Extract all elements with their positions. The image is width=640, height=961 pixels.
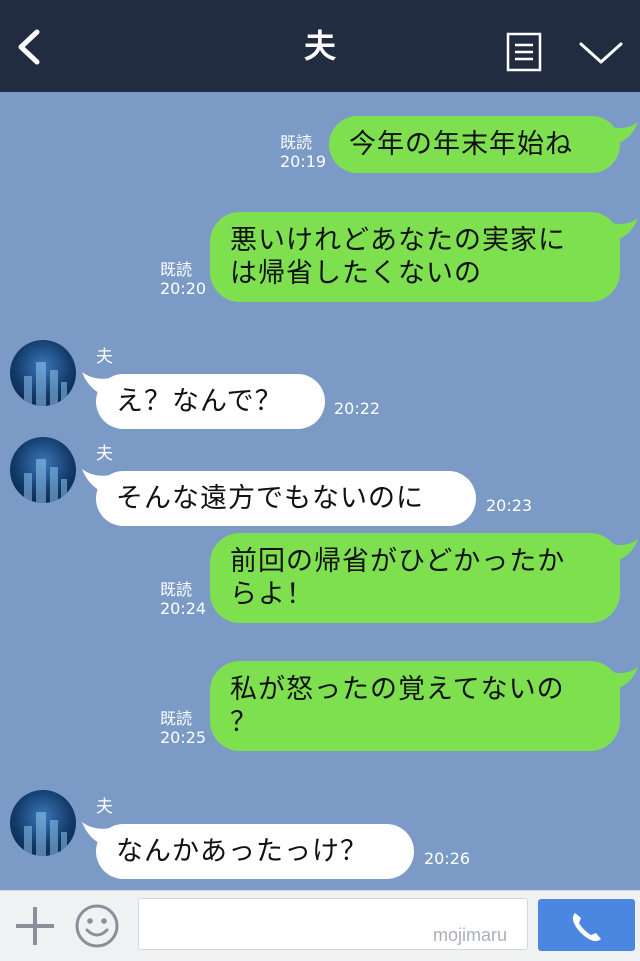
read-label: 既読: [280, 133, 313, 152]
emoji-button[interactable]: [74, 903, 120, 949]
avatar[interactable]: [10, 790, 76, 856]
sender-name: 夫: [96, 797, 113, 817]
message-time: 20:23: [486, 496, 533, 515]
message-time: 20:19: [280, 152, 327, 171]
read-label: 既読: [160, 709, 193, 728]
message-text: なんかあったっけ？: [116, 836, 368, 867]
input-bar: [0, 890, 640, 961]
read-receipt: 既読 20:24: [160, 580, 206, 618]
watermark: mojimaru: [433, 925, 508, 945]
smiley-icon: [75, 904, 119, 948]
message-text: 悪いけれどあなたの実家に は帰省したくないの: [230, 225, 566, 289]
bubble-tail: [610, 667, 638, 689]
sender-name: 夫: [96, 444, 113, 464]
message-bubble[interactable]: 私が怒ったの覚えてないの ？: [210, 661, 620, 751]
phone-icon: [572, 913, 601, 942]
read-label: 既読: [160, 580, 193, 599]
message-bubble[interactable]: 前回の帰省がひどかったか らよ！: [210, 533, 620, 623]
message-bubble[interactable]: 悪いけれどあなたの実家に は帰省したくないの: [210, 212, 620, 302]
message-bubble[interactable]: え？なんで？: [96, 374, 325, 429]
read-receipt: 既読 20:19: [280, 133, 326, 171]
message-text: え？なんで？: [116, 386, 283, 417]
chat-header: 夫: [0, 0, 640, 92]
add-button[interactable]: [14, 905, 56, 947]
avatar[interactable]: [10, 340, 76, 406]
message-time: 20:25: [160, 728, 207, 747]
menu-button[interactable]: [506, 32, 542, 72]
message-time: 20:20: [160, 279, 207, 298]
bubble-tail: [610, 122, 638, 144]
sender-name: 夫: [96, 347, 113, 367]
message-text: そんな遠方でもないのに: [116, 483, 424, 514]
chat-area[interactable]: 既読 20:19 今年の年末年始ね 既読 20:20 悪いけれどあなたの実家に …: [0, 92, 640, 890]
collapse-button[interactable]: [578, 38, 624, 68]
avatar[interactable]: [10, 437, 76, 503]
bubble-tail: [610, 218, 638, 240]
bubble-tail: [610, 539, 638, 561]
chevron-down-icon: [579, 42, 623, 64]
message-time: 20:24: [160, 599, 207, 618]
message-time: 20:22: [334, 399, 381, 418]
message-text: 今年の年末年始ね: [349, 129, 573, 160]
message-text: 私が怒ったの覚えてないの ？: [230, 674, 565, 738]
read-label: 既読: [160, 260, 193, 279]
message-bubble[interactable]: なんかあったっけ？: [96, 824, 414, 879]
read-receipt: 既読 20:20: [160, 260, 206, 298]
plus-icon: [16, 907, 54, 945]
message-bubble[interactable]: 今年の年末年始ね: [329, 116, 620, 173]
message-time: 20:26: [424, 849, 471, 868]
message-text: 前回の帰省がひどかったか らよ！: [230, 546, 566, 610]
chat-title: 夫: [303, 27, 336, 65]
message-bubble[interactable]: そんな遠方でもないのに: [96, 471, 476, 526]
call-button[interactable]: [538, 899, 635, 951]
document-menu-icon: [506, 32, 542, 72]
read-receipt: 既読 20:25: [160, 709, 206, 747]
